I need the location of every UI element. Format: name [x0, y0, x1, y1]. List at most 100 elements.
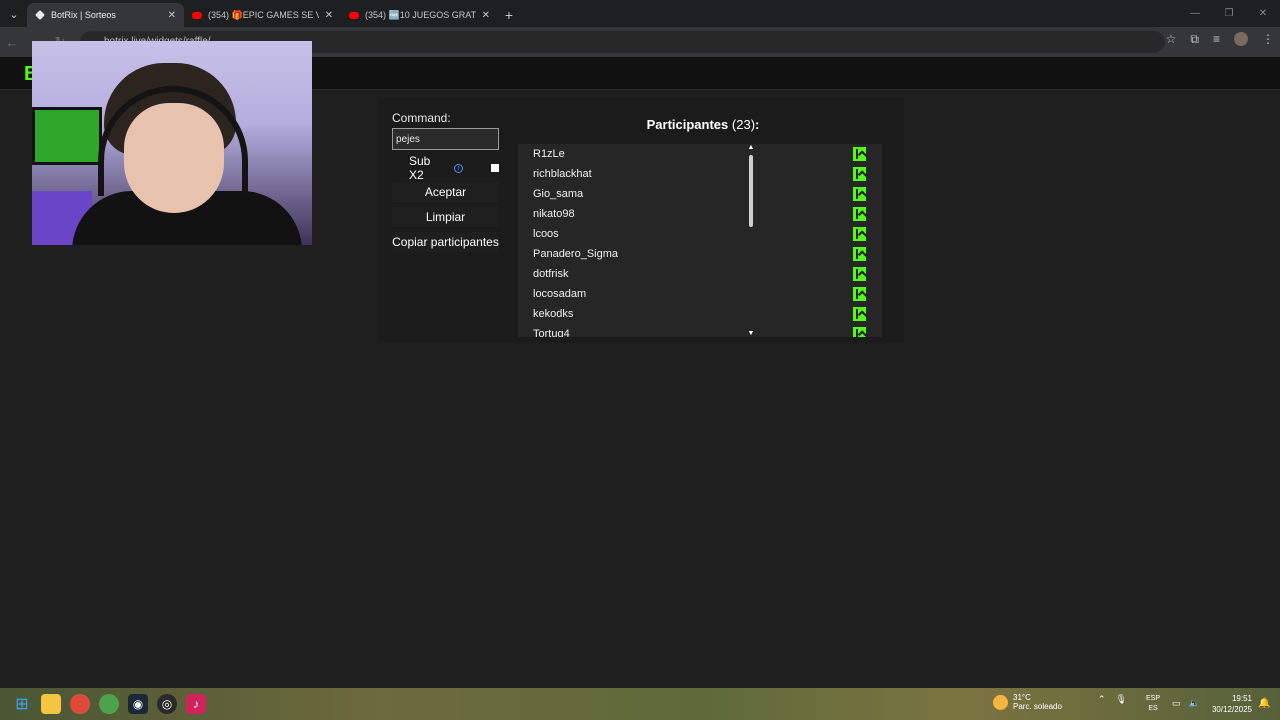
tab-title: BotRix | Sorteos	[51, 10, 116, 20]
weather-desc: Parc. soleado	[1013, 702, 1062, 711]
minimize-icon[interactable]: —	[1178, 0, 1212, 27]
participant-name: dotfrisk	[533, 268, 569, 280]
menu-dots-icon[interactable]: ⋮	[1262, 32, 1274, 47]
kick-icon	[853, 227, 866, 241]
microphone-icon[interactable]: 🎙	[1116, 694, 1127, 705]
youtube-icon	[192, 11, 202, 19]
copy-participants-button[interactable]: Copiar participantes	[392, 232, 499, 252]
notification-bell-icon[interactable]: 🔔	[1258, 698, 1270, 709]
window-controls: — ❐ ✕	[1178, 0, 1280, 27]
windows-start-icon[interactable]: ⊞	[12, 694, 32, 714]
lang-secondary: ES	[1148, 705, 1158, 712]
profile-avatar[interactable]	[1234, 32, 1248, 46]
webcam-overlay	[32, 41, 312, 245]
participant-row: richblackhat	[518, 164, 882, 184]
kick-icon	[853, 167, 866, 181]
system-tray: ⌃ 🎙	[1098, 694, 1127, 705]
participant-name: Gio_sama	[533, 188, 584, 200]
obs-icon[interactable]: ◎	[157, 694, 177, 714]
weather-temp: 31°C	[1013, 693, 1031, 702]
raffle-card: Command: Sub X2 i Aceptar Limpiar Copiar…	[379, 97, 904, 343]
page-content: B Command: Sub X2 i Aceptar Limpiar Copi…	[0, 41, 1280, 688]
tab-youtube-epic[interactable]: (354) 🎁EPIC GAMES SE VOLVI ✕	[184, 3, 341, 27]
info-icon[interactable]: i	[454, 163, 464, 173]
participant-row: Tortug4	[518, 324, 882, 337]
tab-title: (354) 🎁EPIC GAMES SE VOLVI	[208, 9, 319, 20]
youtube-icon	[349, 11, 359, 19]
participant-name: R1zLe	[533, 148, 565, 160]
scroll-down-arrow-icon[interactable]: ▼	[745, 330, 757, 337]
clock-date: 30/12/2025	[1211, 705, 1252, 714]
scroll-thumb[interactable]	[749, 155, 753, 227]
chrome-profile-icon[interactable]	[99, 694, 119, 714]
tiktok-icon[interactable]: ♪	[186, 694, 206, 714]
participant-name: Tortug4	[533, 328, 570, 337]
clear-button[interactable]: Limpiar	[392, 207, 499, 227]
participant-row: Gio_sama	[518, 184, 882, 204]
steam-icon[interactable]: ◉	[128, 694, 148, 714]
participant-row: dotfrisk	[518, 264, 882, 284]
background-monitor	[32, 107, 102, 165]
language-indicator[interactable]: ESP ES	[1146, 694, 1160, 714]
windows-taskbar: ⊞ ◉ ◎ ♪ 31°C Parc. soleado ⌃ 🎙 ESP ES ▭ …	[0, 688, 1280, 720]
close-tab-icon[interactable]: ✕	[325, 10, 333, 21]
kick-icon	[853, 267, 866, 281]
participant-name: nikato98	[533, 208, 575, 220]
bookmark-star-icon[interactable]: ☆	[1166, 32, 1177, 47]
lang-primary: ESP	[1146, 695, 1161, 702]
participants-title: Participantes	[646, 117, 729, 132]
weather-sun-icon	[993, 694, 1008, 710]
kick-icon	[853, 147, 866, 161]
chrome-icon[interactable]	[70, 694, 90, 714]
participants-scrollbar[interactable]: ▲ ▼	[745, 144, 757, 337]
tab-botrix[interactable]: BotRix | Sorteos ✕	[27, 3, 184, 27]
tab-search-button[interactable]: ⌄	[3, 3, 25, 25]
browser-tab-bar: ⌄ BotRix | Sorteos ✕ (354) 🎁EPIC GAMES S…	[0, 0, 1280, 27]
extensions-icon[interactable]: ⧉	[1190, 32, 1199, 47]
kick-icon	[853, 307, 866, 321]
kick-icon	[853, 287, 866, 301]
tab-youtube-juegos[interactable]: (354) 🆓10 JUEGOS GRATIS PA ✕	[341, 3, 498, 27]
sub-x2-checkbox[interactable]	[491, 164, 499, 172]
close-window-icon[interactable]: ✕	[1246, 0, 1280, 27]
participant-row: locosadam	[518, 284, 882, 304]
participant-name: richblackhat	[533, 168, 592, 180]
botrix-icon	[35, 10, 45, 20]
kick-icon	[853, 207, 866, 221]
network-icon[interactable]: ▭	[1172, 698, 1181, 709]
new-tab-button[interactable]: +	[498, 7, 520, 23]
participant-row: lcoos	[518, 224, 882, 244]
participant-name: Panadero_Sigma	[533, 248, 619, 260]
toolbar-actions: ☆ ⧉ ≡ ⋮	[1166, 32, 1274, 47]
command-input[interactable]	[392, 128, 499, 150]
clock-time: 19:51	[1231, 694, 1252, 703]
weather-widget[interactable]: 31°C Parc. soleado	[993, 693, 1062, 711]
participant-row: Panadero_Sigma	[518, 244, 882, 264]
close-tab-icon[interactable]: ✕	[168, 10, 176, 21]
participant-row: R1zLe	[518, 144, 882, 164]
scroll-up-arrow-icon[interactable]: ▲	[745, 144, 757, 153]
command-label: Command:	[392, 111, 451, 125]
participant-name: kekodks	[533, 308, 574, 320]
file-explorer-icon[interactable]	[41, 694, 61, 714]
participants-heading: Participantes (23):	[518, 117, 888, 132]
participants-list[interactable]: R1zLe richblackhat Gio_sama nikato98 lcoos Pa…	[518, 144, 882, 337]
back-arrow-icon[interactable]: ←	[0, 35, 24, 50]
sub-x2-label: Sub X2	[409, 154, 431, 182]
close-tab-icon[interactable]: ✕	[482, 10, 490, 21]
clock[interactable]: 19:51 30/12/2025	[1208, 693, 1252, 715]
volume-icon[interactable]: 🔈	[1189, 698, 1200, 709]
accept-button[interactable]: Aceptar	[392, 182, 499, 202]
participant-name: locosadam	[533, 288, 587, 300]
kick-icon	[853, 327, 866, 337]
tab-title: (354) 🆓10 JUEGOS GRATIS PA	[365, 9, 476, 20]
tray-chevron-icon[interactable]: ⌃	[1098, 694, 1106, 705]
raffle-controls: Command: Sub X2 i Aceptar Limpiar Copiar…	[392, 111, 499, 252]
participants-colon: :	[755, 117, 760, 132]
media-control-icon[interactable]: ≡	[1213, 32, 1220, 47]
maximize-icon[interactable]: ❐	[1212, 0, 1246, 27]
sub-x2-row: Sub X2 i	[392, 154, 499, 182]
system-tray-icons: ▭ 🔈	[1172, 698, 1200, 709]
participants-count: (23)	[731, 117, 756, 132]
participant-name: lcoos	[533, 228, 559, 240]
